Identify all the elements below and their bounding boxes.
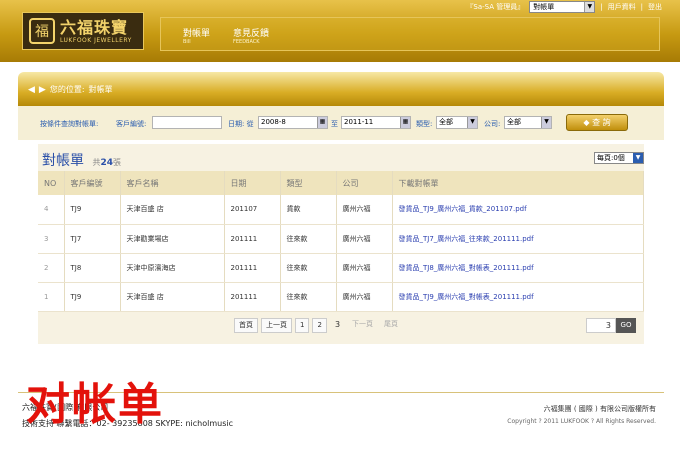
query-button[interactable]: ◆ 查 詢 (566, 114, 628, 131)
date-label: 日期: 從 (228, 120, 254, 128)
module-select[interactable]: 對帳單 ▼ (529, 1, 596, 13)
logo-cn-text: 六福珠寶 (60, 17, 129, 37)
first-page-button[interactable]: 首頁 (234, 318, 258, 333)
date-from-field[interactable]: 2008-8 ▦ (258, 116, 328, 129)
last-page-button: 尾頁 (384, 320, 399, 328)
main-nav: 對帳單 Bill 意見反饋 FEEDBACK (160, 17, 660, 51)
col-client-id: 客戶編號 (64, 171, 121, 195)
download-link[interactable]: 發貨品_TJ9_廣州六福_貨款_201107.pdf (392, 195, 644, 225)
company-select[interactable]: 全部 ▼ (504, 116, 552, 129)
nav-item-bill[interactable]: 對帳單 Bill (183, 26, 210, 45)
page-2-button[interactable]: 2 (312, 318, 327, 333)
page-1-button[interactable]: 1 (295, 318, 310, 333)
header-bar: 『Sa-SA 管理員』 對帳單 ▼ | 用戶資料 | 登出 福 六福珠寶 LUK… (0, 0, 680, 62)
footer-right: 六福集團 ( 國際 ) 有限公司版權所有 Copyright ? 2011 LU… (507, 404, 656, 425)
user-info-link[interactable]: 用戶資料 (608, 2, 636, 12)
forward-arrow-icon[interactable]: ▶ (39, 85, 46, 95)
table-row: 1 TJ9 天津百盛 店 201111 往來款 廣州六福 發貨品_TJ9_廣州六… (38, 282, 644, 312)
logo-emblem-icon: 福 (29, 18, 55, 44)
col-no: NO (38, 171, 65, 195)
client-id-input[interactable] (152, 116, 222, 129)
breadcrumb: ◀ ▶ 您的位置: 對帳單 (28, 84, 113, 95)
filter-title: 按條件查詢對帳單: (40, 120, 99, 128)
table-row: 4 TJ9 天津百盛 店 201107 貨款 廣州六福 發貨品_TJ9_廣州六福… (38, 195, 644, 225)
col-download: 下載對帳單 (392, 171, 644, 195)
download-link[interactable]: 發貨品_TJ7_廣州六福_往來款_201111.pdf (392, 224, 644, 254)
footer-copyright-owner: 六福集團 ( 國際 ) 有限公司版權所有 (543, 405, 656, 413)
download-link[interactable]: 發貨品_TJ9_廣州六福_對帳表_201111.pdf (392, 282, 644, 312)
logo[interactable]: 福 六福珠寶 LUKFOOK JEWELLERY (22, 12, 144, 50)
table-row: 2 TJ8 天津中原濱海店 201111 往來款 廣州六福 發貨品_TJ8_廣州… (38, 253, 644, 283)
client-label: 客戶編號: (116, 120, 147, 128)
company-label: 公司: (484, 120, 501, 128)
type-select[interactable]: 全部 ▼ (436, 116, 478, 129)
current-page: 3 (334, 320, 341, 329)
breadcrumb-current[interactable]: 對帳單 (89, 84, 113, 95)
footer-copyright: Copyright ? 2011 LUKFOOK ? All Rights Re… (507, 418, 656, 425)
nav-item-feedback[interactable]: 意見反饋 FEEDBACK (233, 26, 269, 45)
top-links: 『Sa-SA 管理員』 對帳單 ▼ | 用戶資料 | 登出 (466, 1, 662, 13)
calendar-icon[interactable]: ▦ (317, 117, 327, 128)
table-row: 3 TJ7 天津勸業場店 201111 往來款 廣州六福 發貨品_TJ7_廣州六… (38, 224, 644, 254)
pagination: 首頁 上一頁 1 2 3 下一頁 尾頁 (234, 318, 402, 333)
chevron-down-icon: ▼ (633, 153, 643, 163)
overlay-title: 对帐单 (26, 379, 164, 430)
type-label: 類型: (416, 120, 433, 128)
col-type: 類型 (280, 171, 337, 195)
col-date: 日期 (224, 171, 281, 195)
prev-page-button[interactable]: 上一頁 (261, 318, 292, 333)
search-icon: ◆ (583, 118, 590, 127)
logout-link[interactable]: 登出 (648, 2, 662, 12)
col-client-name: 客戶名稱 (120, 171, 225, 195)
breadcrumb-label: 您的位置: (49, 85, 85, 94)
per-page-select[interactable]: 每頁:0個 ▼ (594, 152, 644, 164)
statement-panel: 對帳單 共24張 每頁:0個 ▼ NO 客戶編號 客戶名稱 日期 類型 公司 下… (38, 144, 644, 344)
col-company: 公司 (336, 171, 393, 195)
calendar-icon[interactable]: ▦ (400, 117, 410, 128)
date-to-field[interactable]: 2011-11 ▦ (341, 116, 411, 129)
chevron-down-icon: ▼ (467, 117, 477, 128)
logo-en-text: LUKFOOK JEWELLERY (60, 36, 132, 44)
back-arrow-icon[interactable]: ◀ (28, 85, 35, 95)
chevron-down-icon: ▼ (584, 2, 595, 12)
list-title: 對帳單 共24張 (42, 153, 121, 169)
table-header: NO 客戶編號 客戶名稱 日期 類型 公司 下載對帳單 (38, 171, 644, 195)
breadcrumb-band: ◀ ▶ 您的位置: 對帳單 (18, 72, 664, 106)
statement-table: NO 客戶編號 客戶名稱 日期 類型 公司 下載對帳單 4 TJ9 天津百盛 店… (38, 171, 644, 312)
date-to-label: 至 (331, 120, 338, 128)
go-button[interactable]: GO (616, 318, 636, 333)
filter-bar: 按條件查詢對帳單: 客戶編號: 日期: 從 2008-8 ▦ 至 2011-11… (18, 106, 664, 140)
page-jump-input[interactable]: 3 (586, 318, 616, 333)
download-link[interactable]: 發貨品_TJ8_廣州六福_對帳表_201111.pdf (392, 253, 644, 283)
list-count: 共24張 (92, 158, 121, 168)
chevron-down-icon: ▼ (541, 117, 551, 128)
next-page-button: 下一頁 (352, 320, 374, 328)
admin-label: 『Sa-SA 管理員』 (466, 3, 525, 11)
